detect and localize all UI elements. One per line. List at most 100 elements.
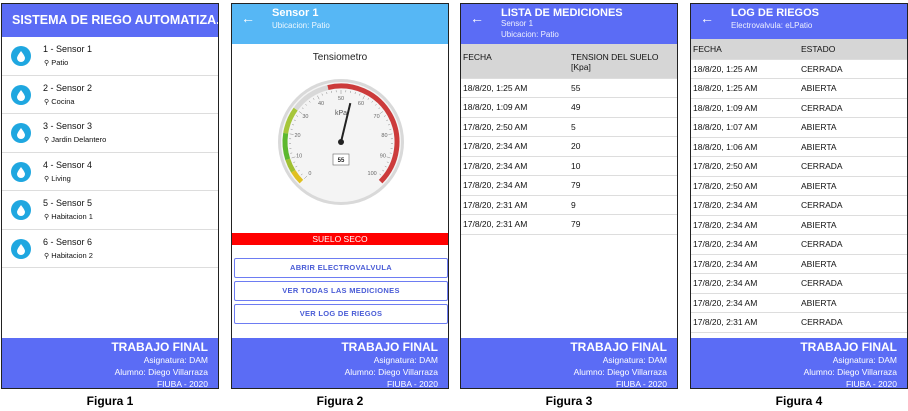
footer-uni: FIUBA - 2020 <box>156 379 208 389</box>
water-drop-icon <box>11 46 31 66</box>
footer-uni: FIUBA - 2020 <box>386 379 438 389</box>
footer-student: Alumno: Diego Villarraza <box>114 367 208 377</box>
sensor-location-text: Habitacion 1 <box>51 212 93 221</box>
sensor-name: 2 - Sensor 2 <box>43 82 93 93</box>
sensor-location-text: Patio <box>51 58 69 67</box>
gauge-tick-label: 90 <box>380 154 386 160</box>
water-drop-icon <box>11 84 31 105</box>
sensor-location-text: Living <box>51 173 71 183</box>
col-date: FECHA <box>691 39 799 60</box>
screen-subtitle: Ubicacion: Patio <box>272 21 330 30</box>
gauge-tick-label: 60 <box>358 101 364 107</box>
sensor-list: 1 - Sensor 1 ⚲ Patio 2 - Sensor 2 ⚲ Cocina 3… <box>2 37 218 268</box>
table-row: 17/8/20, 2:34 AM ABIERTA <box>691 293 907 313</box>
location-pin-icon: ⚲ <box>44 137 50 144</box>
gauge-tick-label: 30 <box>302 114 308 120</box>
sensor-location-text: Jardin Delantero <box>51 135 107 144</box>
col-tension: TENSION DEL SUELO [Kpa] <box>569 44 677 79</box>
location-pin-icon: ⚲ <box>44 175 50 183</box>
footer-uni: FIUBA - 2020 <box>845 379 897 389</box>
gauge-tick-label: 10 <box>296 154 302 160</box>
footer: TRABAJO FINAL Asignatura: DAM Alumno: Di… <box>232 338 448 388</box>
app-bar: ← Sensor 1 Ubicacion: Patio <box>232 4 448 44</box>
cell-state: CERRADA <box>799 59 907 79</box>
col-tension-label: TENSION DEL SUELO <box>571 52 659 62</box>
cell-date: 17/8/20, 2:50 AM <box>691 176 799 196</box>
cell-state: CERRADA <box>799 195 907 216</box>
sensor-location: ⚲ Cocina <box>44 97 75 106</box>
footer-subject: Asignatura: DAM <box>373 355 438 365</box>
gauge: 0 10 20 30 40 50 60 70 80 90 100 kPa 55 <box>278 79 404 205</box>
back-arrow-icon[interactable]: ← <box>700 10 714 26</box>
table-row: 17/8/20, 2:34 AM CERRADA <box>691 195 907 216</box>
footer: TRABAJO FINAL Asignatura: DAM Alumno: Di… <box>2 338 218 388</box>
table-row: 17/8/20, 2:31 AM 9 <box>461 195 677 215</box>
table-row: 18/8/20, 1:09 AM CERRADA <box>691 98 907 118</box>
cell-tension: 55 <box>569 78 677 98</box>
sensor-item[interactable]: 6 - Sensor 6 ⚲ Habitacion 2 <box>2 230 218 268</box>
water-drop-icon <box>11 200 31 220</box>
cell-state: ABIERTA <box>799 117 907 138</box>
table-row: 17/8/20, 2:34 AM 20 <box>461 136 677 157</box>
cell-state: ABIERTA <box>799 78 907 99</box>
cell-date: 17/8/20, 2:34 AM <box>461 156 569 176</box>
gauge-tick-label: 0 <box>308 171 311 177</box>
caption-1: Figura 1 <box>86 394 134 408</box>
sensor-item[interactable]: 3 - Sensor 3 ⚲ Jardin Delantero <box>2 114 218 153</box>
sensor-item[interactable]: 1 - Sensor 1 ⚲ Patio <box>2 37 218 76</box>
table-row: 17/8/20, 2:50 AM ABIERTA <box>691 176 907 196</box>
cell-date: 17/8/20, 2:34 AM <box>691 234 799 255</box>
cell-state: CERRADA <box>799 156 907 177</box>
cell-date: 17/8/20, 2:31 AM <box>461 214 569 235</box>
back-arrow-icon[interactable]: ← <box>470 10 484 26</box>
view-measurements-button[interactable]: VER TODAS LAS MEDICIONES <box>234 281 448 301</box>
location-pin-icon: ⚲ <box>44 98 50 106</box>
status-banner: SUELO SECO <box>232 233 448 245</box>
cell-date: 17/8/20, 2:34 AM <box>691 254 799 274</box>
caption-4: Figura 4 <box>775 394 823 408</box>
cell-date: 18/8/20, 1:09 AM <box>691 98 799 118</box>
measurements-table: FECHA TENSION DEL SUELO [Kpa] 18/8/20, 1… <box>461 44 677 235</box>
app-bar: ← LISTA DE MEDICIONES Sensor 1 Ubicacion… <box>461 4 677 44</box>
gauge-tick-label: 20 <box>294 133 300 139</box>
col-state: ESTADO <box>799 39 907 60</box>
cell-tension: 5 <box>569 117 677 137</box>
cell-tension: 20 <box>569 136 677 157</box>
footer-title: TRABAJO FINAL <box>800 340 897 354</box>
cell-date: 18/8/20, 1:06 AM <box>691 137 799 157</box>
table-row: 17/8/20, 2:50 AM 5 <box>461 117 677 137</box>
location-pin-icon: ⚲ <box>44 214 50 221</box>
table-row: 18/8/20, 1:07 AM ABIERTA <box>691 117 907 138</box>
sensor-item[interactable]: 4 - Sensor 4 ⚲ Living <box>2 153 218 191</box>
cell-date: 18/8/20, 1:25 AM <box>461 78 569 98</box>
cell-state: ABIERTA <box>799 176 907 196</box>
cell-state: ABIERTA <box>799 137 907 157</box>
cell-tension: 10 <box>569 156 677 176</box>
sensor-location-text: Cocina <box>51 96 75 106</box>
cell-tension: 79 <box>569 214 677 235</box>
screen-subtitle-2: Ubicacion: Patio <box>501 30 559 39</box>
cell-date: 17/8/20, 2:50 AM <box>691 156 799 177</box>
gauge-unit: kPa <box>335 110 347 117</box>
sensor-item[interactable]: 2 - Sensor 2 ⚲ Cocina <box>2 76 218 114</box>
gauge-tick-label: 70 <box>374 114 380 120</box>
log-table: FECHA ESTADO 18/8/20, 1:25 AM CERRADA 18/8… <box>691 39 907 333</box>
sensor-item[interactable]: 5 - Sensor 5 ⚲ Habitacion 1 <box>2 191 218 230</box>
open-valve-button[interactable]: ABRIR ELECTROVALVULA <box>234 258 448 278</box>
footer-subject: Asignatura: DAM <box>832 355 897 365</box>
col-date: FECHA <box>461 44 569 79</box>
cell-date: 17/8/20, 2:34 AM <box>461 136 569 157</box>
cell-date: 18/8/20, 1:09 AM <box>461 97 569 118</box>
back-arrow-icon[interactable]: ← <box>241 10 255 26</box>
footer-title: TRABAJO FINAL <box>570 340 667 354</box>
screen-subtitle: Electrovalvula: eLPatio <box>731 21 813 30</box>
view-log-button[interactable]: VER LOG DE RIEGOS <box>234 304 448 324</box>
cell-date: 17/8/20, 2:34 AM <box>691 293 799 313</box>
gauge-tick-label: 50 <box>338 96 344 102</box>
table-row: 18/8/20, 1:25 AM ABIERTA <box>691 78 907 99</box>
footer-student: Alumno: Diego Villarraza <box>573 367 667 377</box>
sensor-location: ⚲ Habitacion 2 <box>44 251 93 260</box>
footer-subject: Asignatura: DAM <box>143 355 208 365</box>
cell-state: ABIERTA <box>799 293 907 313</box>
cell-date: 17/8/20, 2:31 AM <box>461 195 569 215</box>
